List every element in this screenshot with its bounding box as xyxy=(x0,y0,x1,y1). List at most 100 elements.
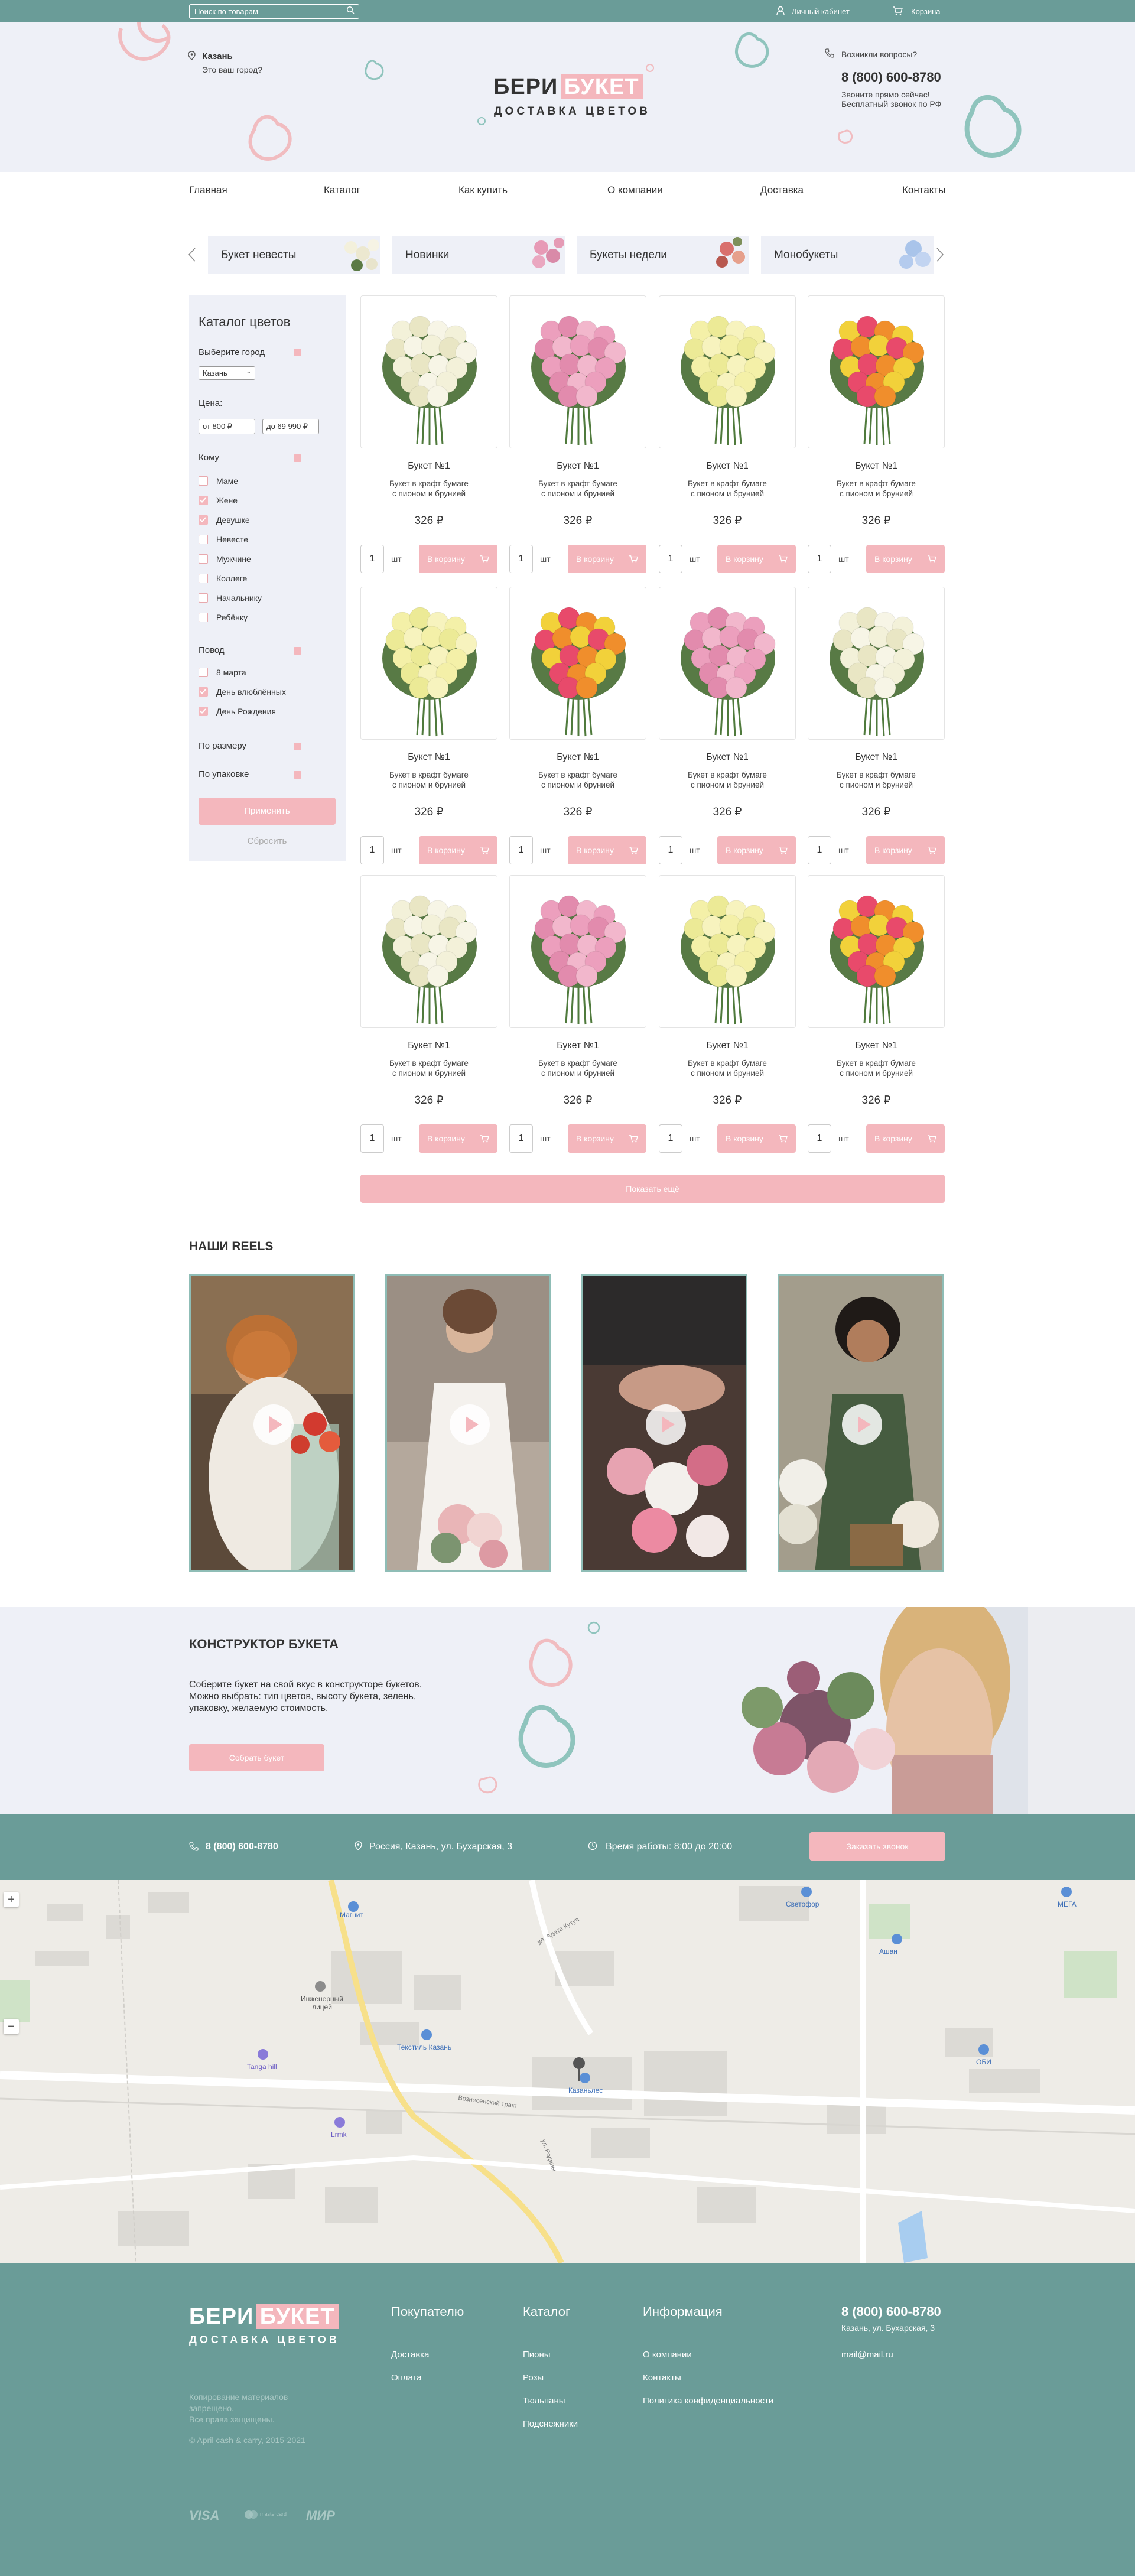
quantity-stepper[interactable]: 1 xyxy=(509,1124,533,1153)
nav-home[interactable]: Главная xyxy=(189,184,227,196)
product-image[interactable] xyxy=(659,295,796,448)
apply-button[interactable]: Применить xyxy=(199,798,336,825)
filter-checkbox[interactable] xyxy=(199,707,208,716)
price-to-input[interactable]: до 69 990 ₽ xyxy=(262,419,319,434)
product-image[interactable] xyxy=(659,875,796,1028)
nav-catalog[interactable]: Каталог xyxy=(324,184,360,196)
product-name[interactable]: Букет №1 xyxy=(659,1040,796,1051)
reel-video[interactable] xyxy=(778,1274,944,1572)
category-new[interactable]: Новинки xyxy=(392,236,565,274)
footer-phone[interactable]: 8 (800) 600-8780 xyxy=(841,2304,941,2320)
user-icon[interactable] xyxy=(776,6,785,15)
header-phone[interactable]: 8 (800) 600-8780 xyxy=(841,70,941,85)
product-name[interactable]: Букет №1 xyxy=(509,752,646,763)
city-filter-toggle[interactable] xyxy=(294,349,301,356)
add-to-cart-button[interactable]: В корзину xyxy=(717,545,796,573)
city-name[interactable]: Казань xyxy=(202,51,233,61)
add-to-cart-button[interactable]: В корзину xyxy=(568,545,646,573)
product-image[interactable] xyxy=(509,875,646,1028)
zoom-in-button[interactable]: + xyxy=(4,1892,19,1907)
product-image[interactable] xyxy=(360,875,497,1028)
add-to-cart-button[interactable]: В корзину xyxy=(717,836,796,864)
chevron-right-icon[interactable] xyxy=(936,247,944,262)
price-from-input[interactable]: от 800 ₽ xyxy=(199,419,255,434)
play-button[interactable] xyxy=(450,1404,490,1445)
filter-checkbox[interactable] xyxy=(199,476,208,486)
cart-icon[interactable] xyxy=(892,6,903,15)
product-name[interactable]: Букет №1 xyxy=(659,752,796,763)
product-name[interactable]: Букет №1 xyxy=(360,752,497,763)
logo[interactable]: БЕРИ БУКЕТ xyxy=(493,74,643,100)
product-name[interactable]: Букет №1 xyxy=(509,461,646,471)
product-name[interactable]: Букет №1 xyxy=(808,752,945,763)
product-image[interactable] xyxy=(659,587,796,740)
filter-checkbox[interactable] xyxy=(199,515,208,525)
product-name[interactable]: Букет №1 xyxy=(360,461,497,471)
quantity-stepper[interactable]: 1 xyxy=(509,836,533,864)
filter-checkbox[interactable] xyxy=(199,496,208,505)
product-name[interactable]: Букет №1 xyxy=(659,461,796,471)
size-filter-toggle[interactable] xyxy=(294,743,301,750)
category-week[interactable]: Букеты недели xyxy=(577,236,749,274)
search-icon[interactable] xyxy=(346,6,355,14)
add-to-cart-button[interactable]: В корзину xyxy=(419,836,497,864)
add-to-cart-button[interactable]: В корзину xyxy=(717,1124,796,1153)
whom-toggle[interactable] xyxy=(294,454,301,462)
footer-link[interactable]: Доставка xyxy=(391,2350,429,2360)
nav-about[interactable]: О компании xyxy=(607,184,663,196)
play-button[interactable] xyxy=(842,1404,882,1445)
quantity-stepper[interactable]: 1 xyxy=(808,836,831,864)
footer-link[interactable]: Контакты xyxy=(643,2373,681,2383)
product-name[interactable]: Букет №1 xyxy=(808,461,945,471)
reel-video[interactable] xyxy=(385,1274,551,1572)
city-question[interactable]: Это ваш город? xyxy=(202,65,262,74)
callback-button[interactable]: Заказать звонок xyxy=(809,1832,945,1861)
product-image[interactable] xyxy=(808,295,945,448)
footer-link[interactable]: О компании xyxy=(643,2350,692,2360)
add-to-cart-button[interactable]: В корзину xyxy=(568,836,646,864)
product-image[interactable] xyxy=(509,295,646,448)
pack-filter-toggle[interactable] xyxy=(294,771,301,779)
nav-contacts[interactable]: Контакты xyxy=(902,184,945,196)
reel-video[interactable] xyxy=(581,1274,747,1572)
product-image[interactable] xyxy=(360,295,497,448)
occasion-toggle[interactable] xyxy=(294,647,301,655)
quantity-stepper[interactable]: 1 xyxy=(509,545,533,573)
nav-how-to-buy[interactable]: Как купить xyxy=(458,184,508,196)
cart-link[interactable]: Корзина xyxy=(911,7,941,16)
chevron-left-icon[interactable] xyxy=(188,247,196,262)
reel-video[interactable] xyxy=(189,1274,355,1572)
quantity-stepper[interactable]: 1 xyxy=(659,836,682,864)
category-mono[interactable]: Монобукеты xyxy=(761,236,934,274)
product-name[interactable]: Букет №1 xyxy=(509,1040,646,1051)
product-image[interactable] xyxy=(808,587,945,740)
footer-link[interactable]: Подснежники xyxy=(523,2419,578,2429)
filter-checkbox[interactable] xyxy=(199,613,208,622)
filter-checkbox[interactable] xyxy=(199,535,208,544)
filter-checkbox[interactable] xyxy=(199,687,208,697)
product-image[interactable] xyxy=(808,875,945,1028)
product-image[interactable] xyxy=(509,587,646,740)
quantity-stepper[interactable]: 1 xyxy=(360,1124,384,1153)
quantity-stepper[interactable]: 1 xyxy=(808,1124,831,1153)
quantity-stepper[interactable]: 1 xyxy=(659,545,682,573)
footer-link[interactable]: Розы xyxy=(523,2373,544,2383)
product-image[interactable] xyxy=(360,587,497,740)
footer-link[interactable]: Политика конфиденциальности xyxy=(643,2396,773,2406)
add-to-cart-button[interactable]: В корзину xyxy=(866,836,945,864)
footer-link[interactable]: Оплата xyxy=(391,2373,422,2383)
footer-email[interactable]: mail@mail.ru xyxy=(841,2350,893,2360)
product-name[interactable]: Букет №1 xyxy=(808,1040,945,1051)
add-to-cart-button[interactable]: В корзину xyxy=(568,1124,646,1153)
filter-checkbox[interactable] xyxy=(199,593,208,603)
footer-link[interactable]: Пионы xyxy=(523,2350,551,2360)
search-input[interactable]: Поиск по товарам xyxy=(189,4,359,19)
filter-checkbox[interactable] xyxy=(199,668,208,677)
nav-delivery[interactable]: Доставка xyxy=(760,184,804,196)
filter-checkbox[interactable] xyxy=(199,554,208,564)
zoom-out-button[interactable]: − xyxy=(4,2019,19,2034)
quantity-stepper[interactable]: 1 xyxy=(360,545,384,573)
quantity-stepper[interactable]: 1 xyxy=(360,836,384,864)
add-to-cart-button[interactable]: В корзину xyxy=(866,1124,945,1153)
play-button[interactable] xyxy=(646,1404,686,1445)
